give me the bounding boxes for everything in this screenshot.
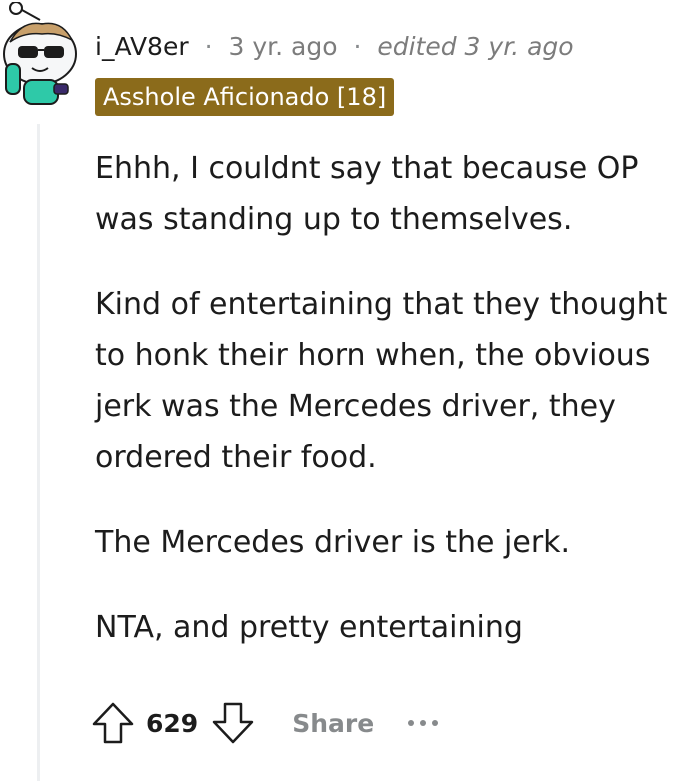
comment-meta: i_AV8er · 3 yr. ago · edited 3 yr. ago — [95, 30, 574, 64]
share-button[interactable]: Share — [292, 709, 374, 738]
more-options-icon[interactable] — [408, 720, 439, 726]
comment-paragraph: Kind of entertaining that they thought t… — [95, 287, 668, 475]
meta-separator: · — [204, 32, 213, 61]
comment-paragraph: NTA, and pretty entertaining — [95, 610, 523, 645]
comment-actions: 629 Share — [90, 698, 439, 748]
upvote-arrow-icon[interactable] — [90, 700, 136, 746]
comment-body: Ehhh, I couldnt say that because OP was … — [95, 143, 695, 687]
snoo-avatar-icon — [3, 1, 77, 105]
vote-score: 629 — [146, 708, 199, 738]
meta-separator: · — [353, 32, 362, 61]
comment-paragraph: Ehhh, I couldnt say that because OP was … — [95, 151, 639, 237]
avatar[interactable] — [2, 1, 78, 106]
username-link[interactable]: i_AV8er — [95, 32, 189, 61]
dot — [420, 720, 427, 726]
dot — [432, 720, 439, 726]
dot — [408, 720, 415, 726]
edited-timestamp: edited 3 yr. ago — [377, 32, 574, 61]
comment: i_AV8er · 3 yr. ago · edited 3 yr. ago A… — [0, 0, 700, 781]
downvote-arrow-icon[interactable] — [210, 700, 256, 746]
timestamp[interactable]: 3 yr. ago — [228, 32, 337, 61]
user-flair: Asshole Aficionado [18] — [95, 78, 395, 116]
comment-paragraph: The Mercedes driver is the jerk. — [95, 525, 571, 560]
thread-line[interactable] — [37, 124, 40, 781]
